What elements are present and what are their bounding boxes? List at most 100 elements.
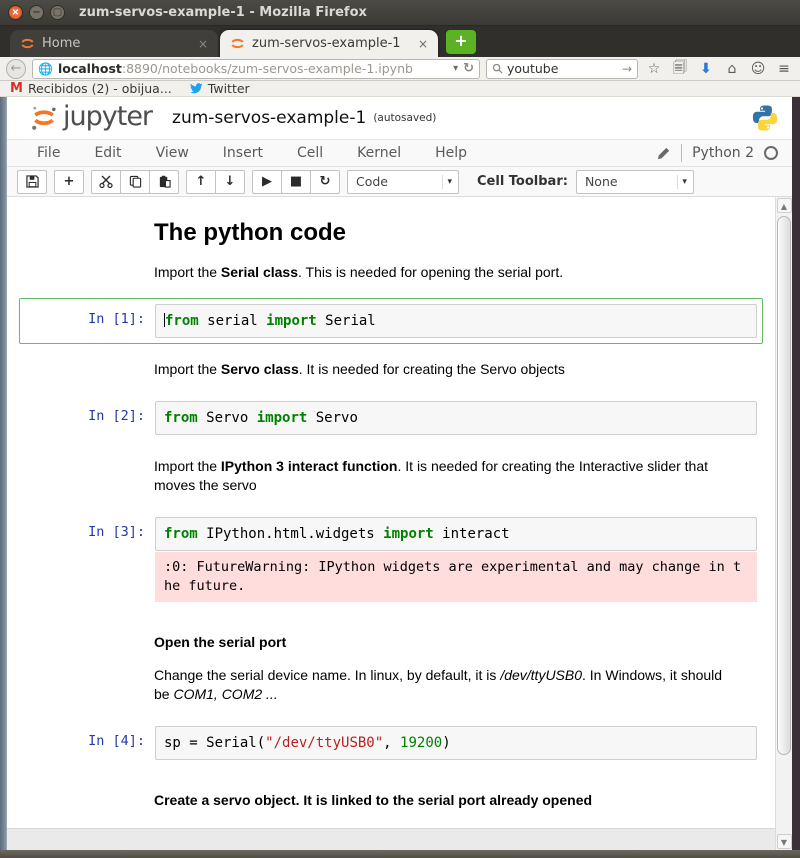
back-button[interactable]: ← bbox=[6, 59, 26, 79]
vertical-scrollbar[interactable]: ▲ ▼ bbox=[775, 197, 792, 850]
url-path: :8890/notebooks/zum-servos-example-1.ipy… bbox=[122, 61, 413, 76]
markdown-cell[interactable]: Import the Servo class. It is needed for… bbox=[154, 360, 725, 379]
url-host: localhost bbox=[58, 61, 122, 76]
paste-icon bbox=[158, 175, 171, 188]
gmail-icon: M bbox=[10, 81, 23, 96]
reload-icon[interactable]: ↻ bbox=[463, 61, 474, 76]
code-input[interactable]: from serial import Serial bbox=[155, 304, 757, 338]
copy-icon bbox=[129, 175, 142, 188]
interrupt-kernel-button[interactable]: ■ bbox=[281, 170, 311, 194]
window-minimize-icon[interactable]: − bbox=[29, 5, 44, 20]
menu-help[interactable]: Help bbox=[435, 145, 467, 161]
cut-cell-button[interactable] bbox=[91, 170, 121, 194]
tab-notebook-label: zum-servos-example-1 bbox=[252, 36, 411, 51]
scroll-down-icon[interactable]: ▼ bbox=[777, 834, 792, 849]
scrollbar-track[interactable] bbox=[776, 214, 792, 833]
notebook-content: The python code Import the Serial class.… bbox=[7, 197, 775, 828]
markdown-heading[interactable]: Create a servo object. It is linked to t… bbox=[154, 792, 725, 808]
menu-view[interactable]: View bbox=[156, 145, 189, 161]
paste-cell-button[interactable] bbox=[149, 170, 179, 194]
bookmark-twitter[interactable]: Twitter bbox=[190, 81, 250, 96]
jupyter-page: jupyter zum-servos-example-1 (autosaved)… bbox=[7, 97, 792, 850]
code-input[interactable]: from Servo import Servo bbox=[155, 401, 757, 435]
input-prompt: In [3]: bbox=[25, 517, 155, 540]
cell-type-select[interactable]: Code ▾ bbox=[347, 170, 459, 194]
window-titlebar[interactable]: × − ▢ zum-servos-example-1 - Mozilla Fir… bbox=[0, 0, 800, 26]
tab-notebook[interactable]: zum-servos-example-1 × bbox=[220, 30, 438, 57]
new-tab-button[interactable]: + bbox=[446, 30, 476, 54]
select-arrow-icon: ▾ bbox=[677, 175, 689, 189]
bookmarks-bar: M Recibidos (2) - obijua... Twitter bbox=[0, 81, 800, 97]
window-title: zum-servos-example-1 - Mozilla Firefox bbox=[79, 5, 367, 20]
menu-hamburger-icon[interactable]: ≡ bbox=[774, 61, 794, 77]
markdown-heading[interactable]: The python code bbox=[154, 219, 725, 247]
stderr-output: :0: FutureWarning: IPython widgets are e… bbox=[155, 552, 757, 602]
scissors-icon bbox=[99, 175, 113, 188]
kernel-status-icon bbox=[764, 146, 778, 160]
bookmark-twitter-label: Twitter bbox=[208, 81, 250, 96]
tab-notebook-close-icon[interactable]: × bbox=[418, 37, 428, 51]
scroll-up-icon[interactable]: ▲ bbox=[777, 198, 792, 213]
bookmarks-list-icon[interactable]: 🗐 bbox=[670, 57, 690, 81]
edit-pencil-icon bbox=[656, 146, 671, 161]
code-cell-2[interactable]: In [2]: from Servo import Servo bbox=[19, 395, 763, 441]
search-input[interactable]: youtube bbox=[507, 61, 618, 76]
bookmark-gmail-label: Recibidos (2) - obijua... bbox=[28, 81, 172, 96]
downloads-icon[interactable]: ⬇ bbox=[696, 61, 716, 77]
jupyter-logo-text[interactable]: jupyter bbox=[63, 101, 152, 132]
bookmark-star-icon[interactable]: ☆ bbox=[644, 61, 664, 77]
restart-kernel-button[interactable]: ↻ bbox=[310, 170, 340, 194]
move-cell-up-button[interactable]: ↑ bbox=[186, 170, 216, 194]
menu-cell[interactable]: Cell bbox=[297, 145, 323, 161]
save-button[interactable] bbox=[17, 170, 47, 194]
markdown-heading[interactable]: Open the serial port bbox=[154, 634, 725, 650]
bookmark-gmail[interactable]: M Recibidos (2) - obijua... bbox=[10, 81, 172, 96]
search-bar[interactable]: youtube → bbox=[486, 59, 638, 79]
page-background bbox=[7, 828, 775, 850]
cell-toolbar-value: None bbox=[585, 174, 663, 189]
move-cell-down-button[interactable]: ↓ bbox=[215, 170, 245, 194]
code-cell-1[interactable]: In [1]: from serial import Serial bbox=[19, 298, 763, 344]
menu-kernel[interactable]: Kernel bbox=[357, 145, 401, 161]
tab-home[interactable]: Home × bbox=[10, 30, 218, 57]
run-cell-button[interactable]: ▶ bbox=[252, 170, 282, 194]
pocket-icon[interactable]: ☺ bbox=[748, 61, 768, 77]
code-cell-3[interactable]: In [3]: from IPython.html.widgets import… bbox=[19, 511, 763, 608]
cell-toolbar-select[interactable]: None ▾ bbox=[576, 170, 694, 194]
window-right-edge bbox=[792, 97, 800, 850]
code-cell-4[interactable]: In [4]: sp = Serial("/dev/ttyUSB0", 1920… bbox=[19, 720, 763, 766]
scrollbar-thumb[interactable] bbox=[777, 216, 791, 755]
notebook-title[interactable]: zum-servos-example-1 bbox=[172, 108, 366, 128]
kernel-name: Python 2 bbox=[692, 145, 754, 161]
url-dropdown-icon[interactable]: ▾ bbox=[453, 63, 458, 74]
url-text[interactable]: localhost:8890/notebooks/zum-servos-exam… bbox=[58, 61, 448, 76]
input-prompt: In [1]: bbox=[25, 304, 155, 327]
select-arrow-icon: ▾ bbox=[442, 175, 454, 189]
window-close-icon[interactable]: × bbox=[8, 5, 23, 20]
home-icon[interactable]: ⌂ bbox=[722, 61, 742, 77]
jupyter-logo-icon[interactable] bbox=[29, 103, 59, 133]
copy-cell-button[interactable] bbox=[120, 170, 150, 194]
markdown-cell[interactable]: Change the serial device name. In linux,… bbox=[154, 666, 725, 704]
tab-home-close-icon[interactable]: × bbox=[198, 37, 208, 51]
window-maximize-icon[interactable]: ▢ bbox=[50, 5, 65, 20]
window-left-edge bbox=[0, 97, 7, 850]
notebook-toolbar: + bbox=[7, 167, 792, 197]
input-prompt: In [2]: bbox=[25, 401, 155, 424]
markdown-cell[interactable]: Import the Serial class. This is needed … bbox=[154, 263, 725, 282]
jupyter-tab-icon bbox=[230, 36, 245, 51]
menu-edit[interactable]: Edit bbox=[94, 145, 121, 161]
notebook-menubar: File Edit View Insert Cell Kernel Help P… bbox=[7, 139, 792, 167]
menu-file[interactable]: File bbox=[37, 145, 60, 161]
jupyter-header: jupyter zum-servos-example-1 (autosaved) bbox=[7, 97, 792, 139]
autosave-status: (autosaved) bbox=[373, 112, 436, 124]
code-input[interactable]: from IPython.html.widgets import interac… bbox=[155, 517, 757, 551]
input-prompt: In [4]: bbox=[25, 726, 155, 749]
globe-icon: 🌐 bbox=[38, 62, 53, 76]
menu-insert[interactable]: Insert bbox=[223, 145, 263, 161]
url-bar[interactable]: 🌐 localhost:8890/notebooks/zum-servos-ex… bbox=[32, 59, 480, 79]
search-go-icon[interactable]: → bbox=[622, 62, 632, 76]
code-input[interactable]: sp = Serial("/dev/ttyUSB0", 19200) bbox=[155, 726, 757, 760]
add-cell-button[interactable]: + bbox=[54, 170, 84, 194]
markdown-cell[interactable]: Import the IPython 3 interact function. … bbox=[154, 457, 725, 495]
